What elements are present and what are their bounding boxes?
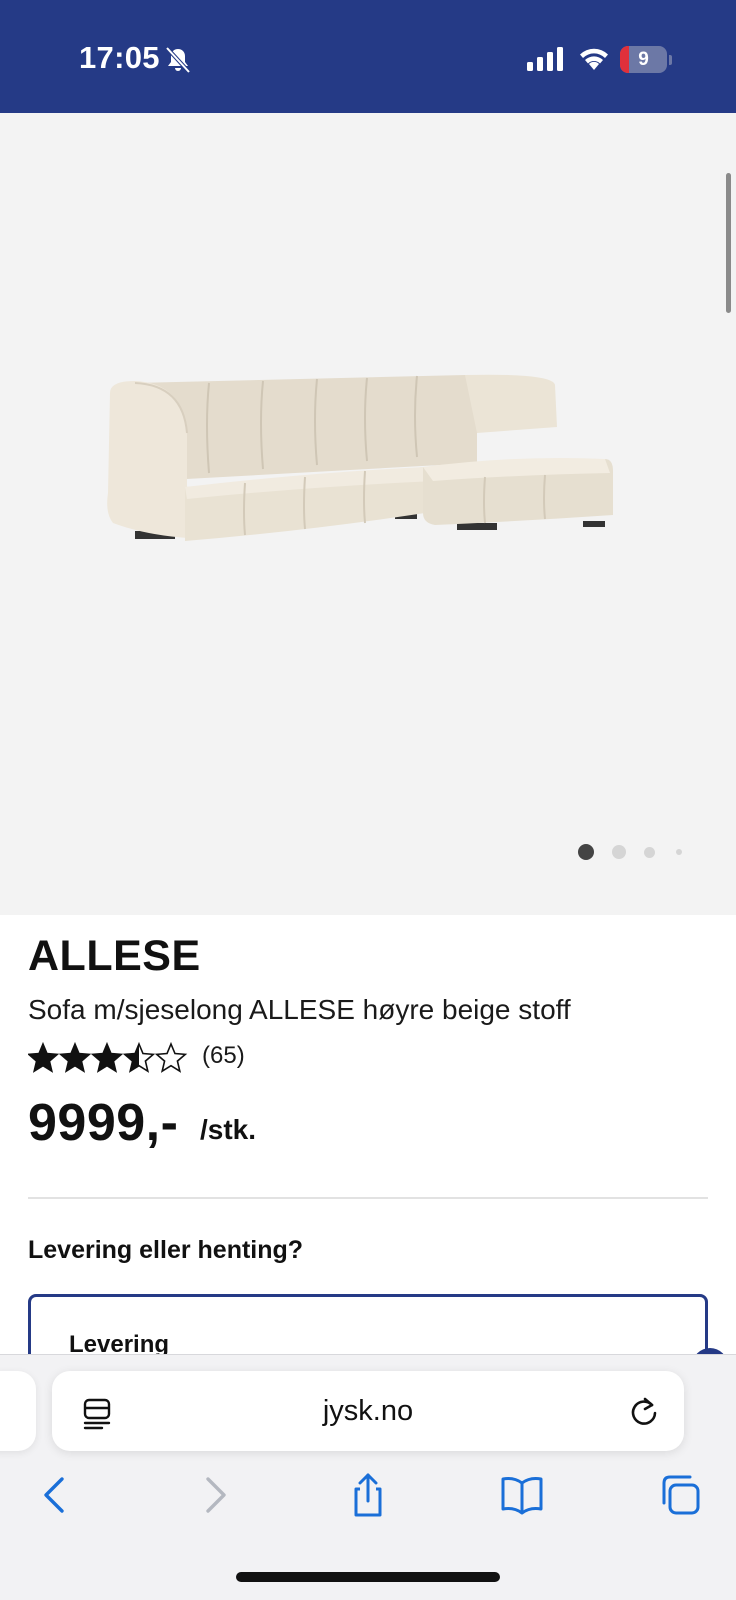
tabs-icon[interactable] [658,1473,702,1517]
rating-star-fill [92,1044,122,1072]
product-image-gallery[interactable] [0,113,736,915]
previous-tab-peek[interactable] [0,1371,36,1451]
beige-corner-sofa-image [107,374,613,541]
product-description: Sofa m/sjeselong ALLESE høyre beige stof… [28,994,571,1025]
browser-toolbar: jysk.no [0,1354,736,1600]
pagination-dot[interactable] [644,846,655,858]
product-name: ALLESE [28,932,201,980]
bell-slash-icon [165,46,191,74]
battery-icon: 9 [620,46,672,73]
product-rating[interactable]: (65) [28,1040,288,1076]
status-bar: 17:05 9 [0,0,736,113]
pagination-dot[interactable] [578,844,594,860]
cellular-signal-icon [527,47,563,71]
bookmarks-icon[interactable] [500,1473,544,1517]
pagination-dot[interactable] [612,845,626,859]
reload-icon[interactable] [628,1395,660,1427]
scrollbar[interactable] [726,173,731,313]
wifi-icon [580,48,608,70]
product-price: 9999,- [28,1094,179,1152]
status-time: 17:05 [79,40,160,75]
home-indicator[interactable] [236,1572,500,1582]
forward-icon[interactable] [192,1473,236,1517]
rating-star-fill [60,1044,90,1072]
back-icon[interactable] [34,1473,78,1517]
pagination-dot[interactable] [676,849,682,855]
share-icon[interactable] [346,1473,390,1517]
delivery-heading: Levering eller henting? [28,1236,304,1264]
divider [28,1197,708,1199]
address-bar[interactable]: jysk.no [52,1371,684,1451]
price-unit: /stk. [200,1114,257,1145]
battery-level: 9 [638,49,649,70]
rating-star [154,1041,188,1073]
review-count[interactable]: (65) [202,1042,245,1070]
gallery-pagination-dots[interactable] [578,844,688,860]
rating-stars [28,1041,188,1073]
rating-star-fill [28,1044,58,1072]
address-text[interactable]: jysk.no [52,1371,684,1451]
